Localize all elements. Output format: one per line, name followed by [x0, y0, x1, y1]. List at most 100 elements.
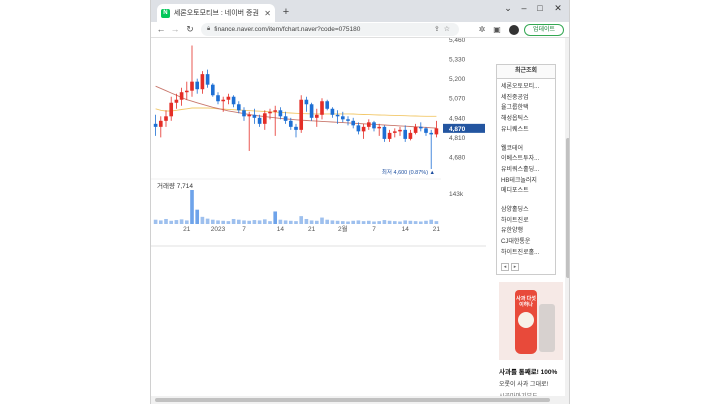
candle-body — [325, 101, 330, 109]
x-tick-label: 14 — [277, 226, 285, 233]
vertical-scrollbar[interactable] — [565, 38, 569, 404]
recent-views-list: 세론오토모티... 세진중공업 율그룹한택 해성옵틱스 유니퀘스트 웰코테어 이… — [496, 78, 556, 275]
minimize-icon[interactable]: – — [517, 3, 531, 13]
recent-item[interactable]: 해성옵틱스 — [501, 114, 551, 125]
recent-item[interactable]: 유니퀘스트 — [501, 125, 551, 136]
vertical-scroll-thumb[interactable] — [566, 138, 569, 278]
new-tab-icon[interactable]: + — [279, 5, 293, 19]
candle-body — [309, 104, 314, 118]
y-tick-label: 5,070 — [449, 96, 466, 103]
volume-bar — [346, 221, 350, 224]
list-gap — [501, 197, 551, 205]
ad-subtitle[interactable]: 오롯이 사과 그대로! — [499, 379, 563, 388]
recent-item[interactable]: 세론오토모티... — [501, 82, 551, 93]
x-tick-label: 21 — [183, 226, 191, 233]
sidepanel-icon[interactable]: ▣ — [492, 25, 502, 34]
naver-favicon-icon: N — [161, 8, 170, 18]
candle-body — [288, 120, 293, 127]
volume-bar — [273, 211, 278, 224]
apple-icon — [518, 312, 534, 328]
volume-bar — [304, 218, 309, 224]
candle-body — [330, 108, 335, 115]
recent-item[interactable]: HB테크놀러지 — [501, 176, 551, 187]
candle-body — [372, 122, 376, 129]
candle-body — [169, 102, 174, 117]
ad-image[interactable]: 사과 다섯 이하나 — [499, 282, 563, 360]
recent-item[interactable]: 세진중공업 — [501, 93, 551, 104]
pager-prev-button[interactable]: ◂ — [501, 262, 509, 271]
candle-body — [247, 114, 252, 117]
candle-body — [200, 74, 205, 90]
candle-body — [231, 96, 236, 105]
forward-icon[interactable]: → — [169, 24, 181, 34]
candle-body — [335, 114, 340, 117]
x-tick-label: 7 — [372, 226, 376, 233]
recent-item[interactable]: 율그룹한택 — [501, 103, 551, 114]
lock-icon: 🔒︎ — [207, 26, 211, 32]
recent-item[interactable]: 하이트진로홀... — [501, 248, 551, 259]
recent-item[interactable]: 메디포스트 — [501, 186, 551, 197]
ad-title[interactable]: 사과를 통째로! 100% — [499, 366, 563, 376]
recent-item[interactable]: 유비쿼스홀딩... — [501, 165, 551, 176]
volume-bar — [325, 219, 330, 224]
x-tick-label: 14 — [402, 226, 410, 233]
current-price-label: 4,870 — [449, 126, 466, 133]
volume-bar — [242, 220, 246, 224]
recent-item[interactable]: 하이트진로 — [501, 216, 551, 227]
extensions-icon[interactable]: ✲ — [477, 25, 487, 34]
volume-bar — [278, 219, 283, 224]
candle-body — [174, 99, 179, 103]
volume-bar — [247, 220, 252, 224]
advertisement[interactable]: 사과 다섯 이하나 사과를 통째로! 100% 오롯이 사과 그대로! 시골마마… — [499, 282, 563, 400]
volume-bar — [309, 220, 314, 224]
close-window-icon[interactable]: ✕ — [551, 3, 565, 14]
y-tick-label: 4,940 — [449, 115, 466, 122]
candle-body — [392, 131, 397, 133]
volume-bar — [398, 221, 402, 224]
volume-bar — [216, 220, 220, 224]
url-text[interactable]: finance.naver.com/item/fchart.naver?code… — [214, 26, 360, 33]
recent-item[interactable]: CJ대한통운 — [501, 237, 551, 248]
candle-body — [283, 116, 288, 121]
update-button[interactable]: 업데이트 — [524, 24, 564, 36]
volume-bar — [283, 220, 288, 224]
ad-product-pouch-2 — [539, 304, 555, 352]
x-tick-label: 2월 — [338, 224, 348, 233]
back-icon[interactable]: ← — [155, 24, 167, 34]
tab-bar: N 세론오토모티브 : 네이버 증권 ✕ + ⌄ – □ ✕ — [151, 0, 569, 22]
candle-body — [257, 117, 262, 124]
browser-window: N 세론오토모티브 : 네이버 증권 ✕ + ⌄ – □ ✕ ← → ↻ 🔒︎ … — [150, 0, 570, 404]
browser-tab[interactable]: N 세론오토모티브 : 네이버 증권 ✕ — [157, 4, 275, 22]
horizontal-scroll-thumb[interactable] — [155, 398, 550, 402]
recent-item[interactable]: 이베스트투자... — [501, 154, 551, 165]
pager-next-button[interactable]: ▸ — [511, 262, 519, 271]
recent-item[interactable]: 웰코테어 — [501, 144, 551, 155]
desktop-left-margin — [0, 0, 150, 404]
volume-bar — [153, 219, 158, 224]
candle-body — [361, 126, 366, 132]
candle-body — [294, 126, 298, 130]
profile-avatar[interactable] — [509, 25, 519, 35]
desktop-right-margin — [570, 0, 720, 404]
horizontal-scrollbar[interactable] — [151, 396, 565, 404]
volume-bar — [413, 221, 418, 224]
tab-close-icon[interactable]: ✕ — [264, 9, 271, 18]
omnibox[interactable]: 🔒︎ finance.naver.com/item/fchart.naver?c… — [201, 23, 459, 36]
recent-item[interactable]: 유한양행 — [501, 226, 551, 237]
chevron-down-icon[interactable]: ⌄ — [501, 3, 515, 14]
volume-bar — [236, 219, 241, 224]
candle-body — [210, 84, 215, 96]
x-tick-label: 21 — [433, 226, 441, 233]
stock-chart[interactable]: 5,460 5,330 5,200 5,070 4,940 4,810 4,680 4,870… — [151, 38, 486, 248]
maximize-icon[interactable]: □ — [533, 3, 547, 13]
volume-label: 거래량 7,714 — [157, 181, 193, 190]
volume-bar — [294, 221, 298, 224]
reload-icon[interactable]: ↻ — [184, 24, 196, 35]
candle-body — [429, 132, 434, 135]
y-tick-label: 5,200 — [449, 76, 466, 83]
recent-item[interactable]: 삼양홀딩스 — [501, 205, 551, 216]
share-and-star-icon[interactable]: ⇪☆ — [434, 25, 454, 33]
candle-body — [351, 120, 356, 126]
address-bar-row: ← → ↻ 🔒︎ finance.naver.com/item/fchart.n… — [151, 22, 569, 38]
candle-body — [158, 120, 163, 127]
